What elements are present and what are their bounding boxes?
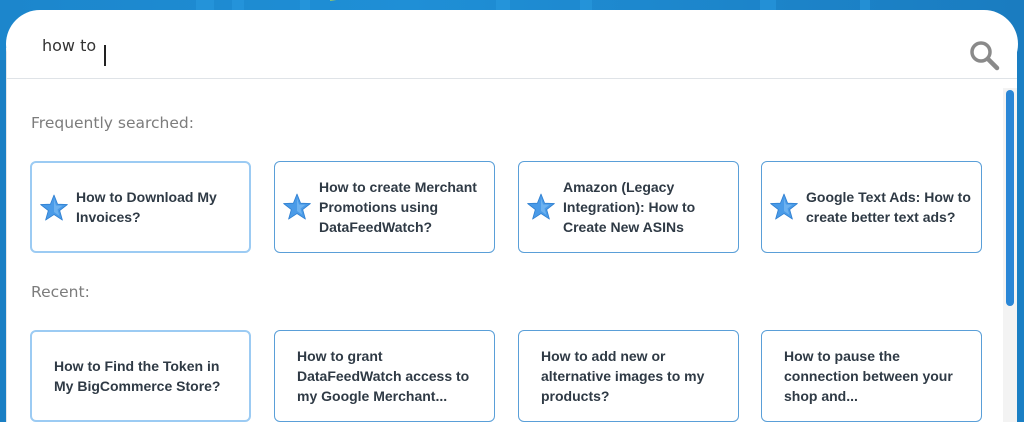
frequently-searched-title: Frequently searched: <box>31 114 194 132</box>
recent-item-card[interactable]: How to grant DataFeedWatch access to my … <box>274 330 495 422</box>
frequent-item-card[interactable]: How to create Merchant Promotions using … <box>274 161 495 253</box>
recent-item-card[interactable]: How to pause the connection between your… <box>761 330 982 422</box>
star-icon <box>40 194 68 221</box>
page-background-right <box>1016 60 1024 422</box>
scrollbar-thumb[interactable] <box>1006 90 1014 306</box>
recent-item-label: How to pause the connection between your… <box>784 348 953 404</box>
star-icon <box>527 193 555 220</box>
recent-title: Recent: <box>31 283 90 301</box>
frequent-item-label: How to create Merchant Promotions using … <box>319 179 477 235</box>
star-icon <box>770 193 798 220</box>
recent-item-label: How to add new or alternative images to … <box>541 348 705 404</box>
search-icon[interactable] <box>968 39 1000 71</box>
recent-item-label: How to Find the Token in My BigCommerce … <box>54 358 221 394</box>
recent-item-label: How to grant DataFeedWatch access to my … <box>297 348 470 404</box>
frequent-item-card[interactable]: Amazon (Legacy Integration): How to Crea… <box>518 161 739 253</box>
frequent-item-label: Google Text Ads: How to create better te… <box>806 189 971 225</box>
recent-item-card[interactable]: How to Find the Token in My BigCommerce … <box>30 330 251 422</box>
frequent-item-label: How to Download My Invoices? <box>76 189 217 225</box>
text-cursor <box>104 45 106 66</box>
frequent-item-card[interactable]: How to Download My Invoices? <box>30 161 251 253</box>
panel-divider <box>6 78 1017 79</box>
search-bar <box>6 10 1018 78</box>
frequent-item-card[interactable]: Google Text Ads: How to create better te… <box>761 161 982 253</box>
recent-item-card[interactable]: How to add new or alternative images to … <box>518 330 739 422</box>
search-input[interactable] <box>42 32 922 58</box>
star-icon <box>283 193 311 220</box>
frequent-item-label: Amazon (Legacy Integration): How to Crea… <box>563 179 696 235</box>
